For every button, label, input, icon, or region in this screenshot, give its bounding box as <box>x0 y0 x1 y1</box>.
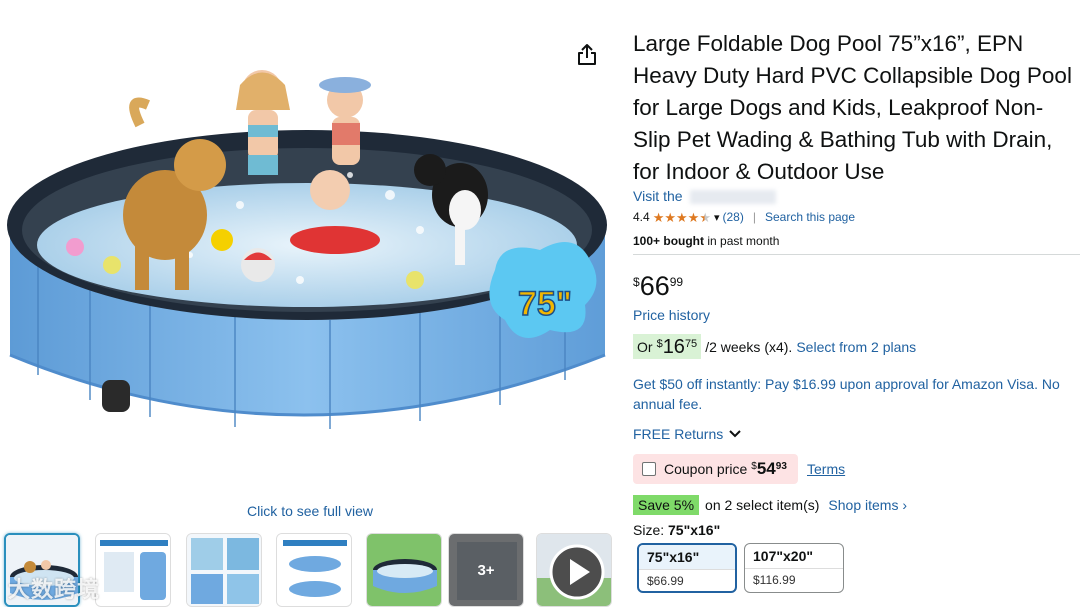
coupon-checkbox[interactable] <box>642 462 656 476</box>
star-full-icon: ★ <box>687 209 700 225</box>
main-product-image[interactable]: 75" <box>0 55 615 475</box>
thumbnail-5[interactable] <box>366 533 442 607</box>
thumbnail-image <box>96 534 170 606</box>
star-full-icon: ★ <box>664 209 676 225</box>
thumbnail-image <box>277 534 351 606</box>
divider <box>633 254 1080 255</box>
separator: | <box>752 210 756 224</box>
installment-offer: Or $ 16 75 /2 weeks (x4). Select from 2 … <box>633 334 916 359</box>
chevron-down-icon <box>729 430 741 438</box>
price: $ 66 99 <box>633 271 684 301</box>
bought-info: 100+ bought in past month <box>633 234 780 248</box>
save-badge: Save 5% <box>633 495 700 515</box>
product-title: Large Foldable Dog Pool 75”x16”, EPN Hea… <box>633 31 1072 184</box>
thumbnail-image <box>187 534 261 606</box>
thumbnail-more[interactable]: 3+ <box>448 533 524 607</box>
coupon-box: Coupon price $ 54 93 <box>633 454 798 484</box>
free-returns-link[interactable]: FREE Returns <box>633 426 741 442</box>
select-plans-link[interactable]: Select from 2 plans <box>796 339 916 355</box>
thumbnail-3[interactable] <box>186 533 262 607</box>
star-full-icon: ★ <box>652 209 665 225</box>
more-images-count: 3+ <box>449 534 523 606</box>
video-thumbnail <box>537 534 611 606</box>
thumbnail-4[interactable] <box>276 533 352 607</box>
rating-row: 4.4 ★ ★ ★ ★ ★ ▾ (28) | Search this page <box>633 209 855 225</box>
store-name-redacted <box>690 190 776 204</box>
size-label: Size: 75"x16" <box>633 522 721 538</box>
chevron-down-icon[interactable]: ▾ <box>714 211 720 224</box>
visit-store-link[interactable]: Visit the <box>633 188 683 204</box>
thumbnail-video[interactable] <box>536 533 612 607</box>
dog-pool-illustration: 75" <box>7 70 607 429</box>
star-full-icon: ★ <box>676 209 688 225</box>
star-half-icon: ★ <box>699 209 711 225</box>
size-badge-text: 75" <box>518 285 572 323</box>
price-history-link[interactable]: Price history <box>633 307 710 323</box>
save-row: Save 5% on 2 select item(s) Shop items › <box>633 495 907 515</box>
visa-offer-link[interactable]: Get $50 off instantly: Pay $16.99 upon a… <box>633 374 1078 414</box>
full-view-link[interactable]: Click to see full view <box>0 503 620 519</box>
rating-stars[interactable]: ★ ★ ★ ★ ★ <box>653 211 711 224</box>
watermark: 大数跨境 <box>8 577 101 602</box>
rating-value: 4.4 <box>633 210 650 224</box>
shop-items-link[interactable]: Shop items › <box>828 497 907 513</box>
terms-link[interactable]: Terms <box>807 461 845 477</box>
search-page-link[interactable]: Search this page <box>765 210 855 224</box>
review-count-link[interactable]: (28) <box>723 210 744 224</box>
thumbnail-image <box>367 534 441 606</box>
thumbnail-2[interactable] <box>95 533 171 607</box>
installment-price-box: Or $ 16 75 <box>633 334 702 359</box>
size-option-107x20[interactable]: 107"x20" $116.99 <box>744 543 844 593</box>
size-option-75x16[interactable]: 75"x16" $66.99 <box>637 543 737 593</box>
